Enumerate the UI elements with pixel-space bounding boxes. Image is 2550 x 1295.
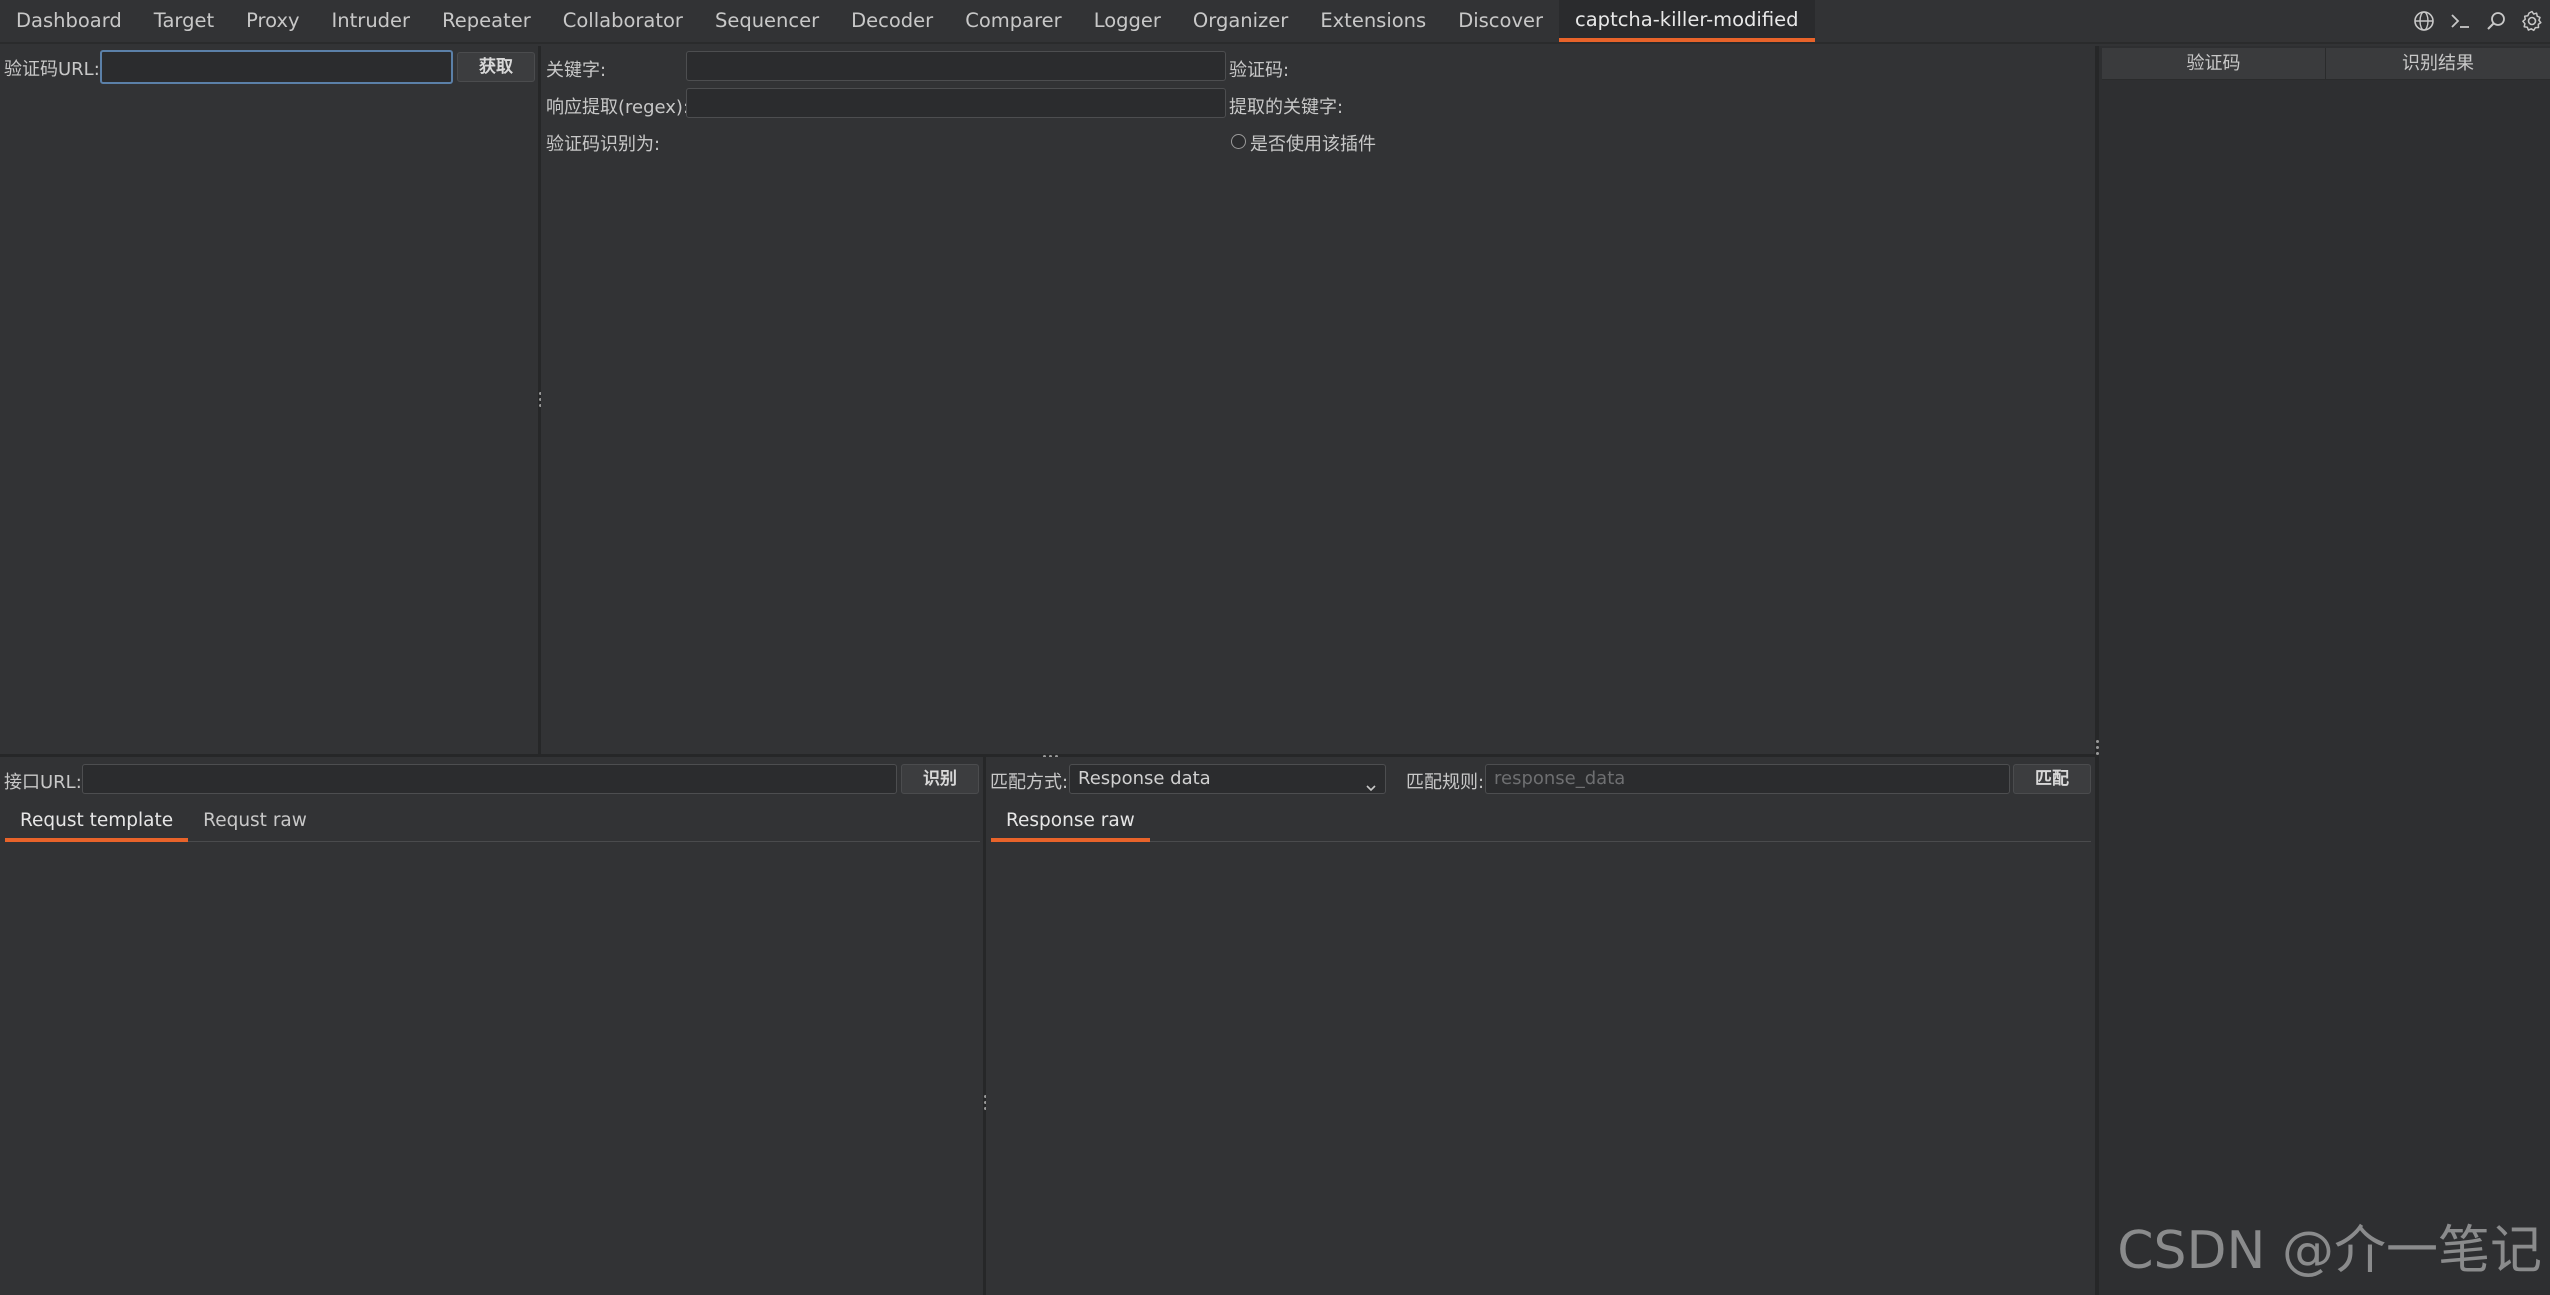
match-button[interactable]: 匹配 bbox=[2013, 764, 2091, 794]
captcha-url-label: 验证码URL: bbox=[4, 59, 100, 80]
result-table-body[interactable] bbox=[2102, 81, 2550, 1291]
main-tab-bar: Dashboard Target Proxy Intruder Repeater Coll… bbox=[0, 0, 2550, 44]
api-url-label: 接口URL: bbox=[4, 772, 82, 793]
toolbar-icons bbox=[2406, 0, 2550, 42]
tab-dashboard[interactable]: Dashboard bbox=[0, 0, 138, 42]
request-panel: 接口URL: 识别 Requst template Requst raw bbox=[0, 757, 983, 1295]
chevron-down-icon bbox=[1365, 774, 1377, 802]
match-mode-label: 匹配方式: bbox=[990, 772, 1069, 793]
tab-logger[interactable]: Logger bbox=[1078, 0, 1177, 42]
globe-icon[interactable] bbox=[2406, 0, 2442, 42]
regex-input[interactable] bbox=[686, 88, 1226, 118]
extracted-keyword-label: 提取的关键字: bbox=[1229, 97, 1344, 118]
tab-comparer[interactable]: Comparer bbox=[949, 0, 1077, 42]
result-table-header: 验证码 识别结果 bbox=[2102, 48, 2550, 80]
response-panel: 匹配方式: Response data 匹配规则: response_data … bbox=[986, 757, 2095, 1295]
recognize-button[interactable]: 识别 bbox=[901, 764, 979, 794]
request-tabs: Requst template Requst raw bbox=[5, 802, 980, 842]
tab-discover[interactable]: Discover bbox=[1442, 0, 1559, 42]
tab-target[interactable]: Target bbox=[138, 0, 230, 42]
keyword-input[interactable] bbox=[686, 51, 1226, 81]
tab-repeater[interactable]: Repeater bbox=[426, 0, 547, 42]
tab-extensions[interactable]: Extensions bbox=[1304, 0, 1442, 42]
config-panel: 关键字: 响应提取(regex): 验证码识别为: 验证码: 提取的关键字: 是… bbox=[541, 46, 2095, 754]
keyword-label: 关键字: bbox=[546, 60, 607, 81]
use-plugin-radio[interactable] bbox=[1231, 134, 1246, 149]
tab-collaborator[interactable]: Collaborator bbox=[547, 0, 699, 42]
captcha-url-input[interactable] bbox=[100, 50, 453, 84]
request-template-editor[interactable] bbox=[5, 843, 980, 1293]
search-icon[interactable] bbox=[2478, 0, 2514, 42]
watermark: CSDN @介一笔记 bbox=[2117, 1221, 2542, 1281]
fetch-button[interactable]: 获取 bbox=[457, 52, 535, 82]
match-mode-value: Response data bbox=[1078, 768, 1211, 789]
regex-label: 响应提取(regex): bbox=[546, 97, 690, 118]
tab-list: Dashboard Target Proxy Intruder Repeater Coll… bbox=[0, 0, 1815, 42]
tab-captcha-killer-modified[interactable]: captcha-killer-modified bbox=[1559, 0, 1815, 42]
tab-sequencer[interactable]: Sequencer bbox=[699, 0, 835, 42]
match-rule-input[interactable]: response_data bbox=[1485, 764, 2010, 794]
column-recognition-result[interactable]: 识别结果 bbox=[2326, 48, 2550, 80]
recognized-as-label: 验证码识别为: bbox=[546, 134, 661, 155]
tab-request-template[interactable]: Requst template bbox=[5, 802, 189, 842]
terminal-icon[interactable] bbox=[2442, 0, 2478, 42]
use-plugin-label[interactable]: 是否使用该插件 bbox=[1250, 130, 1376, 156]
tab-decoder[interactable]: Decoder bbox=[835, 0, 949, 42]
response-raw-viewer[interactable] bbox=[991, 843, 2091, 1293]
tab-response-raw[interactable]: Response raw bbox=[991, 802, 1150, 842]
result-table-panel: 验证码 识别结果 bbox=[2099, 46, 2550, 1295]
match-rule-label: 匹配规则: bbox=[1406, 772, 1485, 793]
captcha-label: 验证码: bbox=[1229, 60, 1290, 81]
match-mode-select[interactable]: Response data bbox=[1069, 764, 1386, 794]
gear-icon[interactable] bbox=[2514, 0, 2550, 42]
tab-request-raw[interactable]: Requst raw bbox=[188, 802, 322, 842]
tab-organizer[interactable]: Organizer bbox=[1177, 0, 1304, 42]
api-url-input[interactable] bbox=[82, 764, 897, 794]
column-captcha[interactable]: 验证码 bbox=[2102, 48, 2326, 80]
tab-intruder[interactable]: Intruder bbox=[316, 0, 427, 42]
captcha-url-panel: 验证码URL: 获取 bbox=[0, 46, 538, 754]
tab-proxy[interactable]: Proxy bbox=[230, 0, 315, 42]
response-tabs: Response raw bbox=[991, 802, 2091, 842]
